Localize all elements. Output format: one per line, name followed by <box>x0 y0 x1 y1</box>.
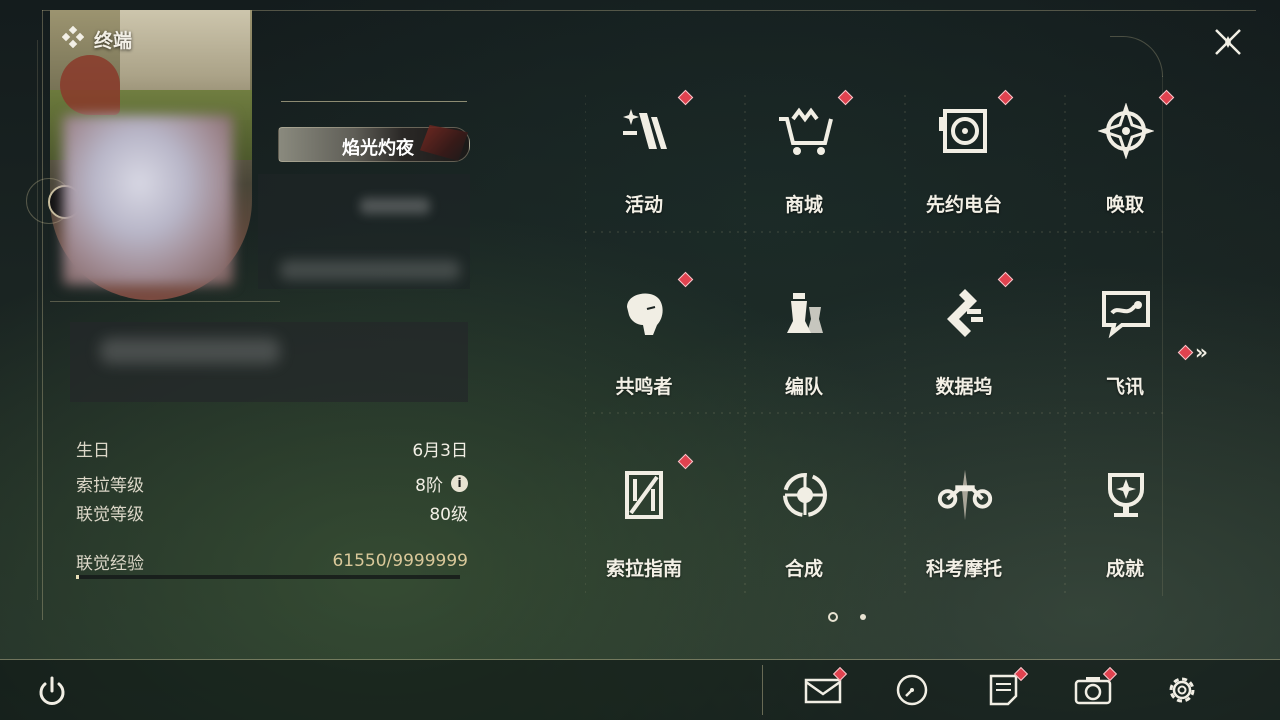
menu-item-label: 先约电台 <box>925 194 1002 216</box>
info-row-birthday: 生日 6月3日 <box>76 436 468 461</box>
menu-item-label: 飞讯 <box>1105 376 1144 398</box>
clock-icon <box>896 674 928 706</box>
bottom-separator <box>762 665 763 715</box>
menu-item-label: 活动 <box>624 194 663 216</box>
menu-item[interactable]: 成就 <box>1075 454 1195 594</box>
menu-item-label: 合成 <box>784 558 823 580</box>
menu-item-label: 数据坞 <box>935 376 993 398</box>
alert-dot <box>1177 344 1194 360</box>
alert-dot <box>837 89 854 106</box>
settings-button[interactable] <box>1162 670 1206 710</box>
frame-corner-top-right <box>1110 36 1163 77</box>
alert-dot <box>677 271 694 288</box>
info-value-wrap: 8阶 i <box>415 471 468 496</box>
divider <box>281 101 467 102</box>
guide-icon <box>614 464 676 526</box>
info-label: 生日 <box>76 440 110 461</box>
info-row-union-exp: 联觉经验 61550/9999999 <box>76 549 468 574</box>
menu-item[interactable]: 唤取 <box>1075 89 1195 230</box>
terminal-diamond-icon <box>61 25 85 53</box>
title-badge-text: 焰光灼夜 <box>342 138 414 159</box>
menu-item-label: 商城 <box>784 194 823 216</box>
convene-icon <box>1095 100 1157 162</box>
power-icon <box>39 676 65 705</box>
menu-item-label: 唤取 <box>1105 194 1144 216</box>
player-name-redacted <box>360 198 430 214</box>
page-dot[interactable] <box>860 614 866 620</box>
player-id-redacted <box>280 260 460 280</box>
trophy-icon <box>1095 464 1157 526</box>
terminal-header: 终端 <box>61 25 133 53</box>
page-dot-active[interactable] <box>828 612 838 622</box>
exp-progress-fill <box>76 575 79 579</box>
info-label: 索拉等级 <box>76 475 144 496</box>
info-icon[interactable]: i <box>451 474 468 492</box>
resonator-icon <box>614 282 676 344</box>
menu-item[interactable]: 活动 <box>594 89 714 230</box>
menu-item[interactable]: 编队 <box>754 272 874 412</box>
menu-item-label: 共鸣者 <box>615 376 673 398</box>
info-row-union-level: 联觉等级 80级 <box>76 500 468 525</box>
motorcycle-icon <box>934 464 996 526</box>
frame-line-left-inner <box>37 40 38 600</box>
info-value: 8阶 <box>415 475 443 496</box>
camera-button[interactable] <box>1073 666 1118 710</box>
menu-item[interactable]: 合成 <box>754 454 874 594</box>
menu-item[interactable]: 先约电台 <box>914 89 1034 230</box>
alert-dot <box>1158 89 1175 106</box>
close-button[interactable] <box>1208 22 1248 62</box>
menu-item[interactable]: 索拉指南 <box>594 453 714 594</box>
menu-item[interactable]: 科考摩托 <box>914 454 1034 594</box>
info-value: 61550/9999999 <box>332 551 468 571</box>
double-chevron-right-icon: » <box>1195 340 1208 364</box>
notes-button[interactable] <box>984 666 1029 710</box>
gear-icon <box>1169 677 1195 703</box>
chat-icon <box>1095 282 1157 344</box>
divider <box>50 301 280 302</box>
menu-item[interactable]: 商城 <box>754 89 874 230</box>
next-page-button[interactable]: » <box>1177 340 1208 364</box>
exp-progress-bar <box>76 575 460 579</box>
card-art-feather <box>60 55 120 115</box>
menu-item[interactable]: 数据坞 <box>914 271 1034 412</box>
info-value: 6月3日 <box>412 440 468 461</box>
alert-dot <box>997 89 1014 106</box>
close-icon <box>1215 29 1241 55</box>
info-label: 联觉经验 <box>76 553 144 574</box>
avatar[interactable] <box>63 115 233 285</box>
alert-dot <box>677 453 694 470</box>
bottom-divider <box>0 659 1280 660</box>
info-value: 80级 <box>429 504 468 525</box>
info-row-sol-rank: 索拉等级 8阶 i <box>76 471 468 496</box>
page-indicator <box>828 612 866 622</box>
power-button[interactable] <box>32 672 72 712</box>
page-title: 终端 <box>94 29 133 52</box>
info-label: 联觉等级 <box>76 504 144 525</box>
alert-dot <box>677 89 694 106</box>
alert-dot <box>997 271 1014 288</box>
data-bank-icon <box>934 282 996 344</box>
menu-item-label: 科考摩托 <box>925 558 1002 580</box>
signature-redacted <box>100 338 280 364</box>
menu-item-label: 索拉指南 <box>605 558 682 580</box>
radio-icon <box>934 100 996 162</box>
clock-button[interactable] <box>892 670 936 710</box>
menu-item[interactable]: 共鸣者 <box>594 271 714 412</box>
menu-item-label: 成就 <box>1105 558 1144 580</box>
frame-line-left <box>42 10 43 620</box>
menu-item-label: 编队 <box>784 376 823 398</box>
mail-button[interactable] <box>803 666 848 710</box>
menu-item[interactable]: 飞讯 <box>1075 272 1195 412</box>
shop-cart-icon <box>774 100 836 162</box>
synthesis-icon <box>774 464 836 526</box>
activity-icon <box>614 100 676 162</box>
team-icon <box>774 282 836 344</box>
